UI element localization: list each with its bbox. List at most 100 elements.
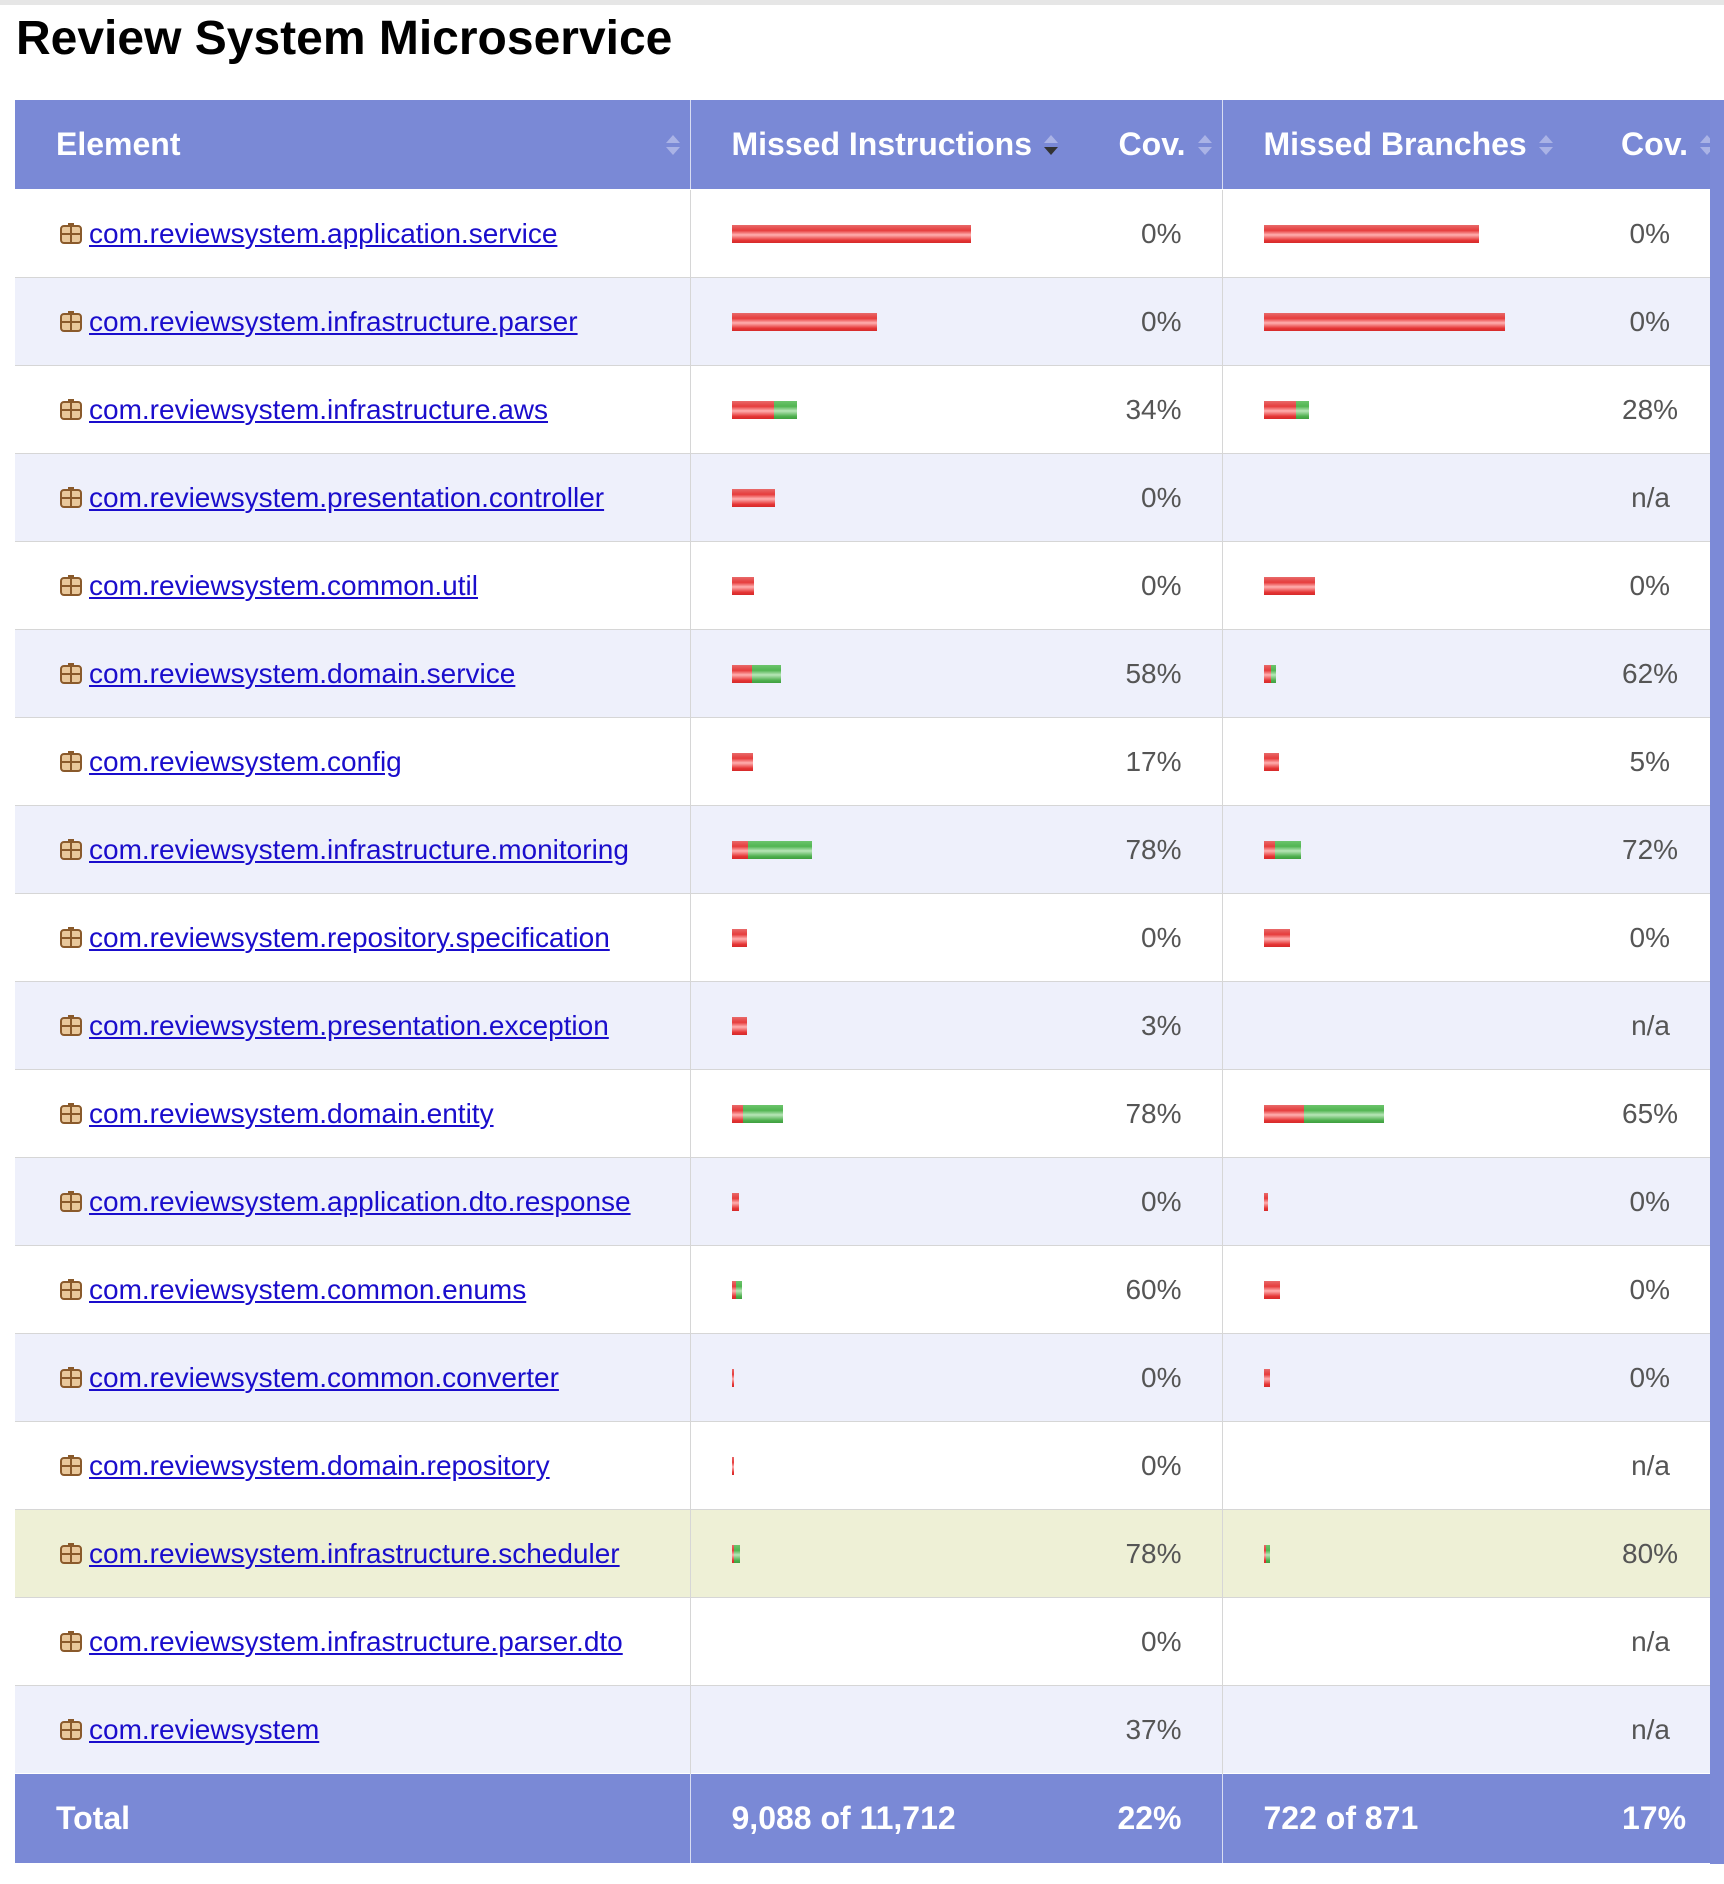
element-cell: com.reviewsystem.application.service — [15, 189, 690, 278]
missed-bar-segment — [1263, 1192, 1268, 1211]
package-link[interactable]: com.reviewsystem.application.dto.respons… — [89, 1186, 631, 1218]
missed-bar-segment — [1263, 400, 1296, 419]
table-row: com.reviewsystem.infrastructure.monitori… — [15, 805, 1710, 894]
package-icon — [59, 1014, 83, 1038]
element-cell: com.reviewsystem.infrastructure.monitori… — [15, 805, 690, 894]
branches-cov-cell: 62% — [1622, 629, 1710, 718]
missed-instructions-cell — [689, 629, 1090, 718]
sort-icon[interactable] — [665, 134, 680, 156]
package-link[interactable]: com.reviewsystem.domain.service — [89, 658, 515, 690]
missed-branches-cell — [1221, 365, 1622, 454]
element-cell: com.reviewsystem.domain.service — [15, 629, 690, 718]
package-link[interactable]: com.reviewsystem.application.service — [89, 218, 557, 250]
table-row: com.reviewsystem.presentation.exception 3… — [15, 981, 1710, 1070]
missed-bar-segment — [731, 928, 747, 947]
missed-branches-cell — [1221, 1421, 1622, 1510]
instructions-cov-cell: 0% — [1090, 1597, 1222, 1686]
missed-branches-cell — [1221, 189, 1622, 278]
missed-branches-cell — [1221, 1245, 1623, 1334]
table-row: com.reviewsystem.infrastructure.schedule… — [15, 1509, 1710, 1598]
package-icon — [59, 222, 83, 246]
coverage-bar — [731, 1456, 1091, 1475]
sort-icon[interactable] — [1197, 134, 1212, 156]
missed-instructions-cell — [689, 893, 1090, 982]
package-icon — [59, 1718, 83, 1742]
missed-branches-cell — [1221, 541, 1623, 630]
package-icon — [59, 1102, 83, 1126]
total-instructions-cov: 22% — [1090, 1773, 1222, 1863]
missed-bar-segment — [731, 1456, 734, 1475]
instructions-cov-cell: 0% — [1090, 1157, 1222, 1246]
branches-cov-cell: 65% — [1622, 1069, 1710, 1158]
missed-instructions-cell — [689, 453, 1090, 542]
sort-desc-icon[interactable] — [1044, 134, 1058, 156]
branches-cov-cell: 80% — [1622, 1509, 1710, 1598]
element-cell: com.reviewsystem.common.converter — [15, 1333, 690, 1422]
package-link[interactable]: com.reviewsystem.repository.specificatio… — [89, 922, 610, 954]
page-title: Review System Microservice — [16, 12, 673, 65]
branches-cov-cell: 0% — [1622, 893, 1710, 982]
package-link[interactable]: com.reviewsystem.common.enums — [89, 1274, 526, 1306]
package-link[interactable]: com.reviewsystem.infrastructure.aws — [89, 394, 548, 426]
coverage-bar — [1263, 1104, 1623, 1123]
coverage-bar — [1263, 928, 1623, 947]
coverage-bar — [1264, 489, 1623, 507]
instructions-cov-cell: 0% — [1090, 453, 1222, 542]
missed-bar-segment — [1263, 664, 1271, 683]
total-missed-instructions: 9,088 of 11,712 — [689, 1773, 1090, 1863]
table-row: com.reviewsystem.domain.repository 0% n/a — [15, 1421, 1710, 1510]
package-link[interactable]: com.reviewsystem.infrastructure.monitori… — [89, 834, 629, 866]
package-link[interactable]: com.reviewsystem — [89, 1714, 319, 1746]
package-icon — [59, 750, 83, 774]
coverage-bar — [1263, 1280, 1623, 1299]
col-header-missed-instructions[interactable]: Missed Instructions — [689, 100, 1090, 190]
missed-branches-cell — [1221, 1333, 1622, 1422]
col-header-missed-instructions-label: Missed Instructions — [731, 126, 1033, 162]
coverage-bar — [732, 1633, 1091, 1651]
covered-bar-segment — [735, 1280, 742, 1299]
package-link[interactable]: com.reviewsystem.domain.entity — [89, 1098, 494, 1130]
missed-instructions-cell — [689, 805, 1091, 894]
missed-instructions-cell — [689, 189, 1090, 278]
missed-branches-cell — [1221, 1597, 1622, 1686]
coverage-bar — [1263, 1192, 1623, 1211]
package-icon — [59, 486, 83, 510]
package-icon — [59, 1542, 83, 1566]
package-link[interactable]: com.reviewsystem.infrastructure.schedule… — [89, 1538, 620, 1570]
package-link[interactable]: com.reviewsystem.domain.repository — [89, 1450, 550, 1482]
element-cell: com.reviewsystem.domain.repository — [15, 1421, 690, 1510]
col-header-missed-branches[interactable]: Missed Branches — [1221, 100, 1622, 190]
total-row: Total 9,088 of 11,712 22% 722 of 871 17% — [15, 1773, 1710, 1863]
covered-bar-segment — [747, 840, 812, 859]
package-link[interactable]: com.reviewsystem.presentation.exception — [89, 1010, 609, 1042]
element-cell: com.reviewsystem.common.enums — [15, 1245, 690, 1334]
coverage-bar — [731, 840, 1091, 859]
coverage-bar — [1263, 576, 1623, 595]
package-icon — [59, 398, 83, 422]
package-link[interactable]: com.reviewsystem.common.util — [89, 570, 478, 602]
package-icon — [59, 1366, 83, 1390]
missed-bar-segment — [731, 1104, 743, 1123]
coverage-bar — [731, 1368, 1091, 1387]
sort-icon[interactable] — [1538, 134, 1553, 156]
missed-branches-cell — [1221, 453, 1623, 542]
missed-instructions-cell — [689, 1509, 1090, 1598]
missed-bar-segment — [1263, 312, 1505, 331]
col-header-element[interactable]: Element — [15, 100, 690, 190]
package-link[interactable]: com.reviewsystem.infrastructure.parser — [89, 306, 578, 338]
branches-cov-cell: 0% — [1622, 277, 1710, 366]
package-link[interactable]: com.reviewsystem.config — [89, 746, 402, 778]
missed-branches-cell — [1221, 893, 1623, 982]
package-link[interactable]: com.reviewsystem.common.converter — [89, 1362, 559, 1394]
col-header-instructions-cov[interactable]: Cov. — [1090, 100, 1222, 190]
instructions-cov-cell: 60% — [1090, 1245, 1222, 1334]
col-header-branches-cov[interactable]: Cov. — [1622, 100, 1710, 190]
package-link[interactable]: com.reviewsystem.presentation.controller — [89, 482, 604, 514]
col-header-element-label: Element — [56, 126, 181, 162]
covered-bar-segment — [733, 1544, 740, 1563]
table-row: com.reviewsystem.common.enums 60% 0% — [15, 1245, 1710, 1334]
package-icon — [59, 1278, 83, 1302]
package-link[interactable]: com.reviewsystem.infrastructure.parser.d… — [89, 1626, 623, 1658]
missed-instructions-cell — [689, 1157, 1090, 1246]
branches-cov-cell: n/a — [1622, 981, 1710, 1070]
